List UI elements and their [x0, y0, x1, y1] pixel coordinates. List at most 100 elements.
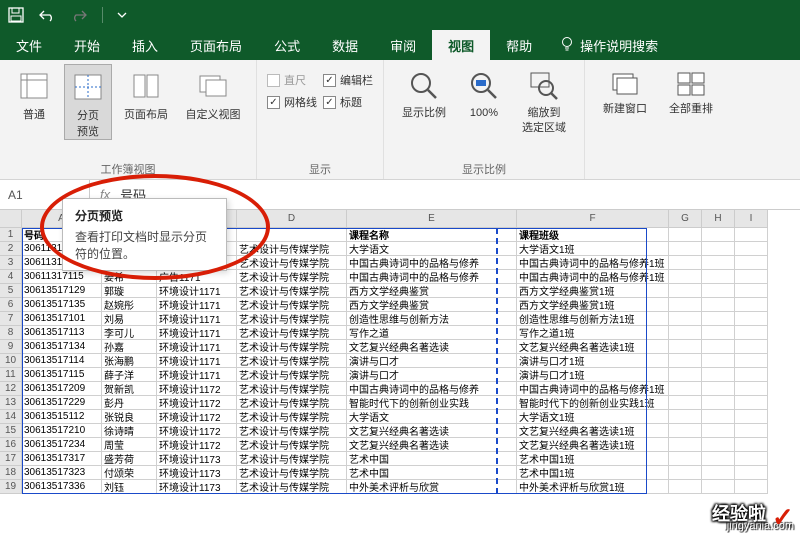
cell[interactable]: 大学语文	[347, 410, 517, 424]
column-header[interactable]: F	[517, 210, 669, 228]
cell[interactable]: 中外美术评析与欣赏1班	[517, 480, 669, 494]
cell[interactable]: 创造性思维与创新方法1班	[517, 312, 669, 326]
tab-view[interactable]: 视图	[432, 30, 490, 60]
cell[interactable]: 文艺复兴经典名著选读	[347, 340, 517, 354]
row-header[interactable]: 15	[0, 424, 22, 438]
cell[interactable]: 广告1171	[157, 270, 237, 284]
cell[interactable]: 艺术设计与传媒学院	[237, 354, 347, 368]
save-icon[interactable]	[8, 7, 24, 23]
cell[interactable]: 徐诗晴	[102, 424, 157, 438]
row-header[interactable]: 1	[0, 228, 22, 242]
cell[interactable]: 文艺复兴经典名著选读	[347, 424, 517, 438]
cell[interactable]: 大学语文	[347, 242, 517, 256]
cell[interactable]: 文艺复兴经典名著选读	[347, 438, 517, 452]
row-header[interactable]: 13	[0, 396, 22, 410]
cell[interactable]	[735, 270, 768, 284]
cell[interactable]: 环境设计1171	[157, 368, 237, 382]
cell[interactable]	[735, 340, 768, 354]
tab-data[interactable]: 数据	[316, 30, 374, 60]
cell[interactable]	[735, 368, 768, 382]
cell[interactable]: 刘钰	[102, 480, 157, 494]
cell[interactable]	[669, 424, 702, 438]
row-header[interactable]: 16	[0, 438, 22, 452]
cell[interactable]	[702, 270, 735, 284]
cell[interactable]: 演讲与口才	[347, 354, 517, 368]
row-header[interactable]: 9	[0, 340, 22, 354]
cell[interactable]: 30613517234	[22, 438, 102, 452]
cell[interactable]: 30613517113	[22, 326, 102, 340]
cell[interactable]	[735, 438, 768, 452]
cell[interactable]: 30613517114	[22, 354, 102, 368]
cell[interactable]	[669, 312, 702, 326]
cell[interactable]: 环境设计1171	[157, 326, 237, 340]
redo-icon[interactable]	[70, 8, 88, 22]
zoom-100-button[interactable]: 100%	[460, 64, 508, 121]
tab-review[interactable]: 审阅	[374, 30, 432, 60]
cell[interactable]: 环境设计1171	[157, 298, 237, 312]
tab-insert[interactable]: 插入	[116, 30, 174, 60]
cell[interactable]	[702, 354, 735, 368]
cell[interactable]: 30613517336	[22, 480, 102, 494]
cell[interactable]	[669, 466, 702, 480]
header-cell[interactable]	[702, 228, 735, 242]
cell[interactable]	[702, 340, 735, 354]
cell[interactable]	[735, 382, 768, 396]
cell[interactable]	[669, 410, 702, 424]
cell[interactable]: 西方文学经典鉴赏	[347, 298, 517, 312]
row-header[interactable]: 8	[0, 326, 22, 340]
cell[interactable]: 艺术设计与传媒学院	[237, 368, 347, 382]
cell[interactable]	[702, 438, 735, 452]
cell[interactable]	[702, 368, 735, 382]
cell[interactable]	[702, 424, 735, 438]
cell[interactable]: 中外美术评析与欣赏	[347, 480, 517, 494]
cell[interactable]: 盛芳荷	[102, 452, 157, 466]
cell[interactable]: 环境设计1171	[157, 284, 237, 298]
cell[interactable]	[735, 424, 768, 438]
cell[interactable]	[735, 466, 768, 480]
cell[interactable]	[669, 270, 702, 284]
cell[interactable]: 刘易	[102, 312, 157, 326]
row-header[interactable]: 19	[0, 480, 22, 494]
tab-page-layout[interactable]: 页面布局	[174, 30, 258, 60]
cell[interactable]	[702, 326, 735, 340]
cell[interactable]	[702, 410, 735, 424]
cell[interactable]	[735, 452, 768, 466]
tell-me-search[interactable]: 操作说明搜索	[548, 36, 670, 55]
zoom-button[interactable]: 显示比例	[394, 64, 454, 121]
formula-bar-checkbox[interactable]: ✓ 编辑栏	[323, 72, 373, 88]
cell[interactable]	[669, 452, 702, 466]
cell[interactable]: 薛子洋	[102, 368, 157, 382]
cell[interactable]: 艺术中国	[347, 452, 517, 466]
header-cell[interactable]	[735, 228, 768, 242]
cell[interactable]	[669, 298, 702, 312]
gridlines-checkbox[interactable]: ✓ 网格线	[267, 94, 317, 110]
row-header[interactable]: 14	[0, 410, 22, 424]
cell[interactable]: 艺术设计与传媒学院	[237, 452, 347, 466]
cell[interactable]: 演讲与口才1班	[517, 368, 669, 382]
cell[interactable]: 中国古典诗词中的品格与修养	[347, 270, 517, 284]
row-header[interactable]: 4	[0, 270, 22, 284]
cell[interactable]	[735, 326, 768, 340]
cell[interactable]	[669, 340, 702, 354]
cell[interactable]: 艺术设计与传媒学院	[237, 382, 347, 396]
cell[interactable]: 文艺复兴经典名著选读1班	[517, 424, 669, 438]
row-header[interactable]: 12	[0, 382, 22, 396]
cell[interactable]: 艺术设计与传媒学院	[237, 312, 347, 326]
select-all-corner[interactable]	[0, 210, 22, 228]
cell[interactable]	[669, 354, 702, 368]
cell[interactable]: 赵婉彤	[102, 298, 157, 312]
cell[interactable]: 环境设计1173	[157, 452, 237, 466]
cell[interactable]: 艺术设计与传媒学院	[237, 242, 347, 256]
cell[interactable]	[702, 466, 735, 480]
cell[interactable]: 彭丹	[102, 396, 157, 410]
row-header[interactable]: 11	[0, 368, 22, 382]
cell[interactable]	[669, 438, 702, 452]
cell[interactable]: 周莹	[102, 438, 157, 452]
cell[interactable]: 30613517229	[22, 396, 102, 410]
cell[interactable]: 艺术设计与传媒学院	[237, 298, 347, 312]
cell[interactable]: 中国古典诗词中的品格与修养	[347, 382, 517, 396]
cell[interactable]	[669, 242, 702, 256]
cell[interactable]: 演讲与口才	[347, 368, 517, 382]
page-layout-button[interactable]: 页面布局	[118, 64, 174, 122]
cell[interactable]	[735, 312, 768, 326]
